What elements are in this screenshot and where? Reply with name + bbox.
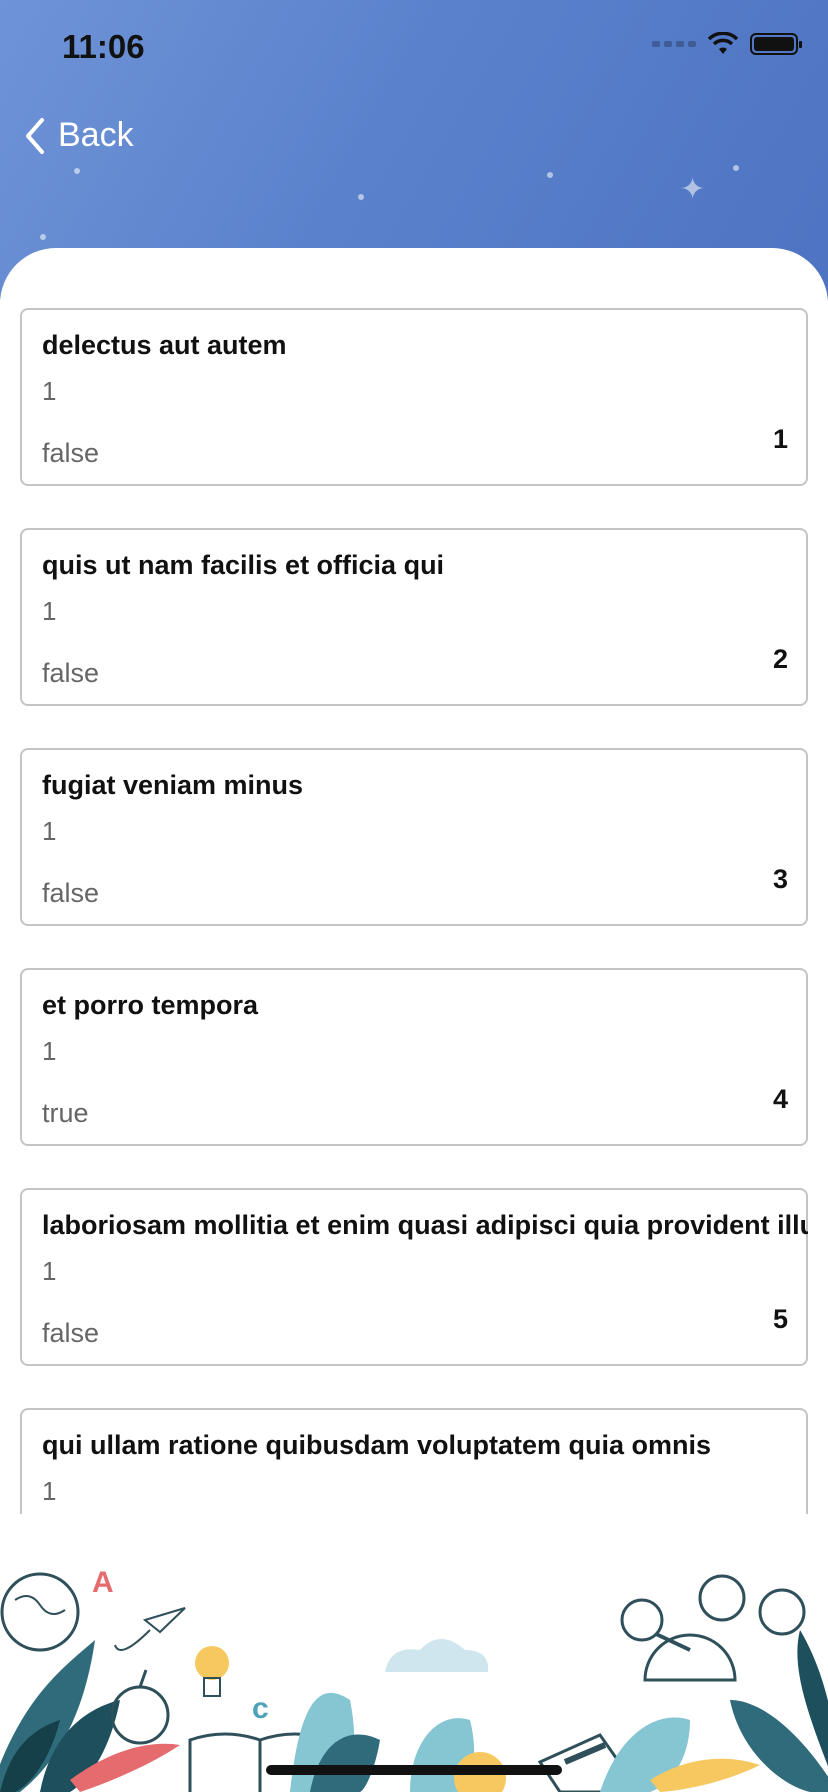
item-title: laboriosam mollitia et enim quasi adipis… bbox=[42, 1210, 808, 1240]
item-title: quis ut nam facilis et officia qui bbox=[42, 550, 445, 580]
battery-icon bbox=[750, 33, 802, 55]
list-item[interactable]: laboriosam mollitia et enim quasi adipis… bbox=[20, 1188, 808, 1366]
item-number: 5 bbox=[772, 1304, 788, 1334]
item-subtitle: 1 bbox=[42, 1036, 57, 1066]
star-decoration bbox=[733, 165, 739, 171]
star-decoration bbox=[547, 172, 553, 178]
list-item[interactable]: et porro tempora 1 true 4 bbox=[20, 968, 808, 1146]
list-item[interactable]: quis ut nam facilis et officia qui 1 fal… bbox=[20, 528, 808, 706]
list-item[interactable]: qui ullam ratione quibusdam voluptatem q… bbox=[20, 1408, 808, 1514]
item-number: 4 bbox=[772, 1084, 788, 1114]
home-indicator[interactable] bbox=[266, 1765, 562, 1775]
item-subtitle: 1 bbox=[42, 816, 57, 846]
item-status: false bbox=[42, 658, 100, 688]
item-status: false bbox=[42, 1318, 100, 1348]
item-number: 1 bbox=[772, 424, 788, 454]
back-label: Back bbox=[58, 116, 134, 154]
cellular-signal-icon bbox=[652, 41, 696, 47]
item-number: 3 bbox=[772, 864, 788, 894]
star-decoration bbox=[40, 234, 46, 240]
list-item[interactable]: fugiat veniam minus 1 false 3 bbox=[20, 748, 808, 926]
item-status: true bbox=[42, 1098, 89, 1128]
item-subtitle: 1 bbox=[42, 1476, 57, 1506]
item-status: false bbox=[42, 438, 100, 468]
school-illustration: A c bbox=[0, 1566, 828, 1792]
list-item[interactable]: delectus aut autem 1 false 1 bbox=[20, 308, 808, 486]
wifi-icon bbox=[708, 32, 738, 54]
sparkle-icon: ✦ bbox=[680, 173, 706, 206]
chevron-left-icon bbox=[26, 117, 44, 154]
status-time: 11:06 bbox=[62, 28, 145, 65]
back-button[interactable]: Back bbox=[24, 116, 134, 155]
item-title: fugiat veniam minus bbox=[42, 770, 304, 800]
item-status: false bbox=[42, 878, 100, 908]
item-title: qui ullam ratione quibusdam voluptatem q… bbox=[42, 1430, 712, 1460]
item-subtitle: 1 bbox=[42, 596, 57, 626]
status-icons bbox=[652, 32, 802, 56]
item-title: delectus aut autem bbox=[42, 330, 287, 360]
footer-letter-a: A bbox=[92, 1566, 114, 1599]
item-subtitle: 1 bbox=[42, 376, 57, 406]
todo-list[interactable]: delectus aut autem 1 false 1 quis ut nam… bbox=[20, 308, 808, 1514]
item-number: 2 bbox=[772, 644, 788, 674]
item-subtitle: 1 bbox=[42, 1256, 57, 1286]
star-decoration bbox=[74, 168, 80, 174]
star-decoration bbox=[358, 194, 364, 200]
item-title: et porro tempora bbox=[42, 990, 259, 1020]
footer-letter-c: c bbox=[252, 1692, 269, 1725]
